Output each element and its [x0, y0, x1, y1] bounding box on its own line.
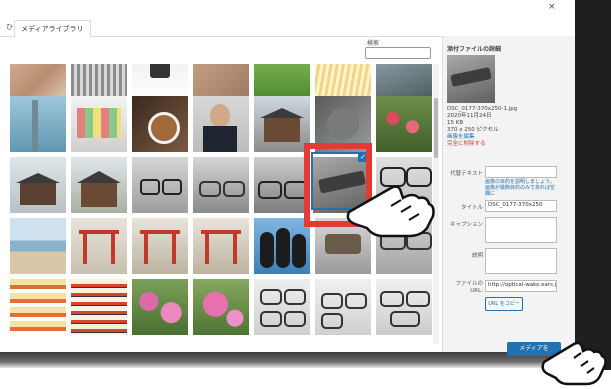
tab-prefix: ひ — [6, 23, 13, 31]
tab-bar: ひ メディアライブラリ — [0, 18, 575, 38]
title-input[interactable]: DSC_0177-370x250 — [485, 200, 557, 212]
media-thumbnail[interactable] — [193, 64, 249, 100]
media-thumbnail[interactable] — [132, 218, 188, 274]
media-thumbnail[interactable] — [193, 96, 249, 152]
attachment-date: 2020年11月24日 — [447, 113, 492, 119]
file-url-label: ファイルの URL: — [455, 281, 483, 294]
attachment-details-title: 添付ファイルの詳細 — [447, 46, 502, 53]
media-thumbnail[interactable] — [254, 96, 310, 152]
media-thumbnail[interactable] — [10, 96, 66, 152]
alt-text-input[interactable] — [485, 166, 557, 178]
tab-media-library[interactable]: メディアライブラリ — [14, 20, 91, 38]
media-thumbnail[interactable] — [10, 218, 66, 274]
delete-permanently-link[interactable]: 完全に削除する — [447, 141, 486, 148]
media-thumbnail[interactable] — [315, 279, 371, 335]
media-thumbnail[interactable] — [315, 64, 371, 100]
media-thumbnail[interactable] — [193, 279, 249, 335]
media-thumbnail[interactable] — [71, 279, 127, 335]
media-thumbnail[interactable] — [132, 157, 188, 213]
media-thumbnail[interactable] — [71, 96, 127, 152]
media-thumbnail[interactable] — [254, 157, 310, 213]
media-thumbnail[interactable] — [254, 218, 310, 274]
pointing-hand-icon-2 — [541, 341, 607, 386]
media-thumbnail[interactable] — [10, 157, 66, 213]
description-label: 説明 — [471, 253, 483, 259]
grid-scroll-thumb[interactable] — [434, 98, 438, 158]
pointing-hand-icon — [346, 185, 435, 238]
media-thumbnail[interactable] — [193, 157, 249, 213]
media-thumbnail[interactable] — [376, 96, 432, 152]
alt-text-label: 代替テキスト — [450, 171, 483, 177]
media-thumbnail[interactable] — [132, 279, 188, 335]
attachment-dimensions: 370 x 250 ピクセル — [447, 127, 499, 133]
attachment-preview — [447, 55, 495, 103]
media-thumbnail[interactable] — [71, 157, 127, 213]
title-label: タイトル — [460, 205, 483, 211]
caption-textarea[interactable] — [485, 217, 557, 243]
attachment-filename: DSC_0177-370x250-1.jpg — [447, 106, 518, 112]
media-modal: ひ メディアライブラリ × 検索 添付ファイルの詳細 DSC_0177-370x… — [0, 0, 575, 352]
caption-label: キャプション — [449, 222, 483, 228]
close-icon[interactable]: × — [548, 2, 556, 12]
edit-image-link[interactable]: 画像を編集 — [447, 134, 475, 141]
media-thumbnail[interactable] — [132, 96, 188, 152]
search-input[interactable] — [365, 47, 431, 59]
media-thumbnail[interactable] — [254, 279, 310, 335]
file-url-input[interactable]: http://optical-wako.ears.jp — [485, 280, 557, 292]
media-thumbnail[interactable] — [10, 279, 66, 335]
media-thumbnail[interactable] — [193, 218, 249, 274]
media-thumbnail[interactable] — [132, 64, 188, 100]
alt-text-help[interactable]: 画像の目的を説明しましょう。画像が装飾目的のみであれば空欄に — [485, 179, 557, 197]
media-thumbnail[interactable] — [376, 64, 432, 100]
media-thumbnail[interactable] — [10, 64, 66, 100]
media-thumbnail[interactable] — [71, 218, 127, 274]
copy-url-button[interactable]: URL をコピー — [485, 297, 523, 311]
media-thumbnail[interactable] — [254, 64, 310, 100]
attachment-filesize: 15 KB — [447, 120, 464, 126]
window-edge — [575, 0, 611, 370]
description-textarea[interactable] — [485, 248, 557, 274]
screenshot-frame: ひ メディアライブラリ × 検索 添付ファイルの詳細 DSC_0177-370x… — [0, 0, 611, 389]
search-label: 検索 — [367, 40, 380, 47]
media-thumbnail[interactable] — [376, 279, 432, 335]
media-thumbnail[interactable] — [71, 64, 127, 100]
